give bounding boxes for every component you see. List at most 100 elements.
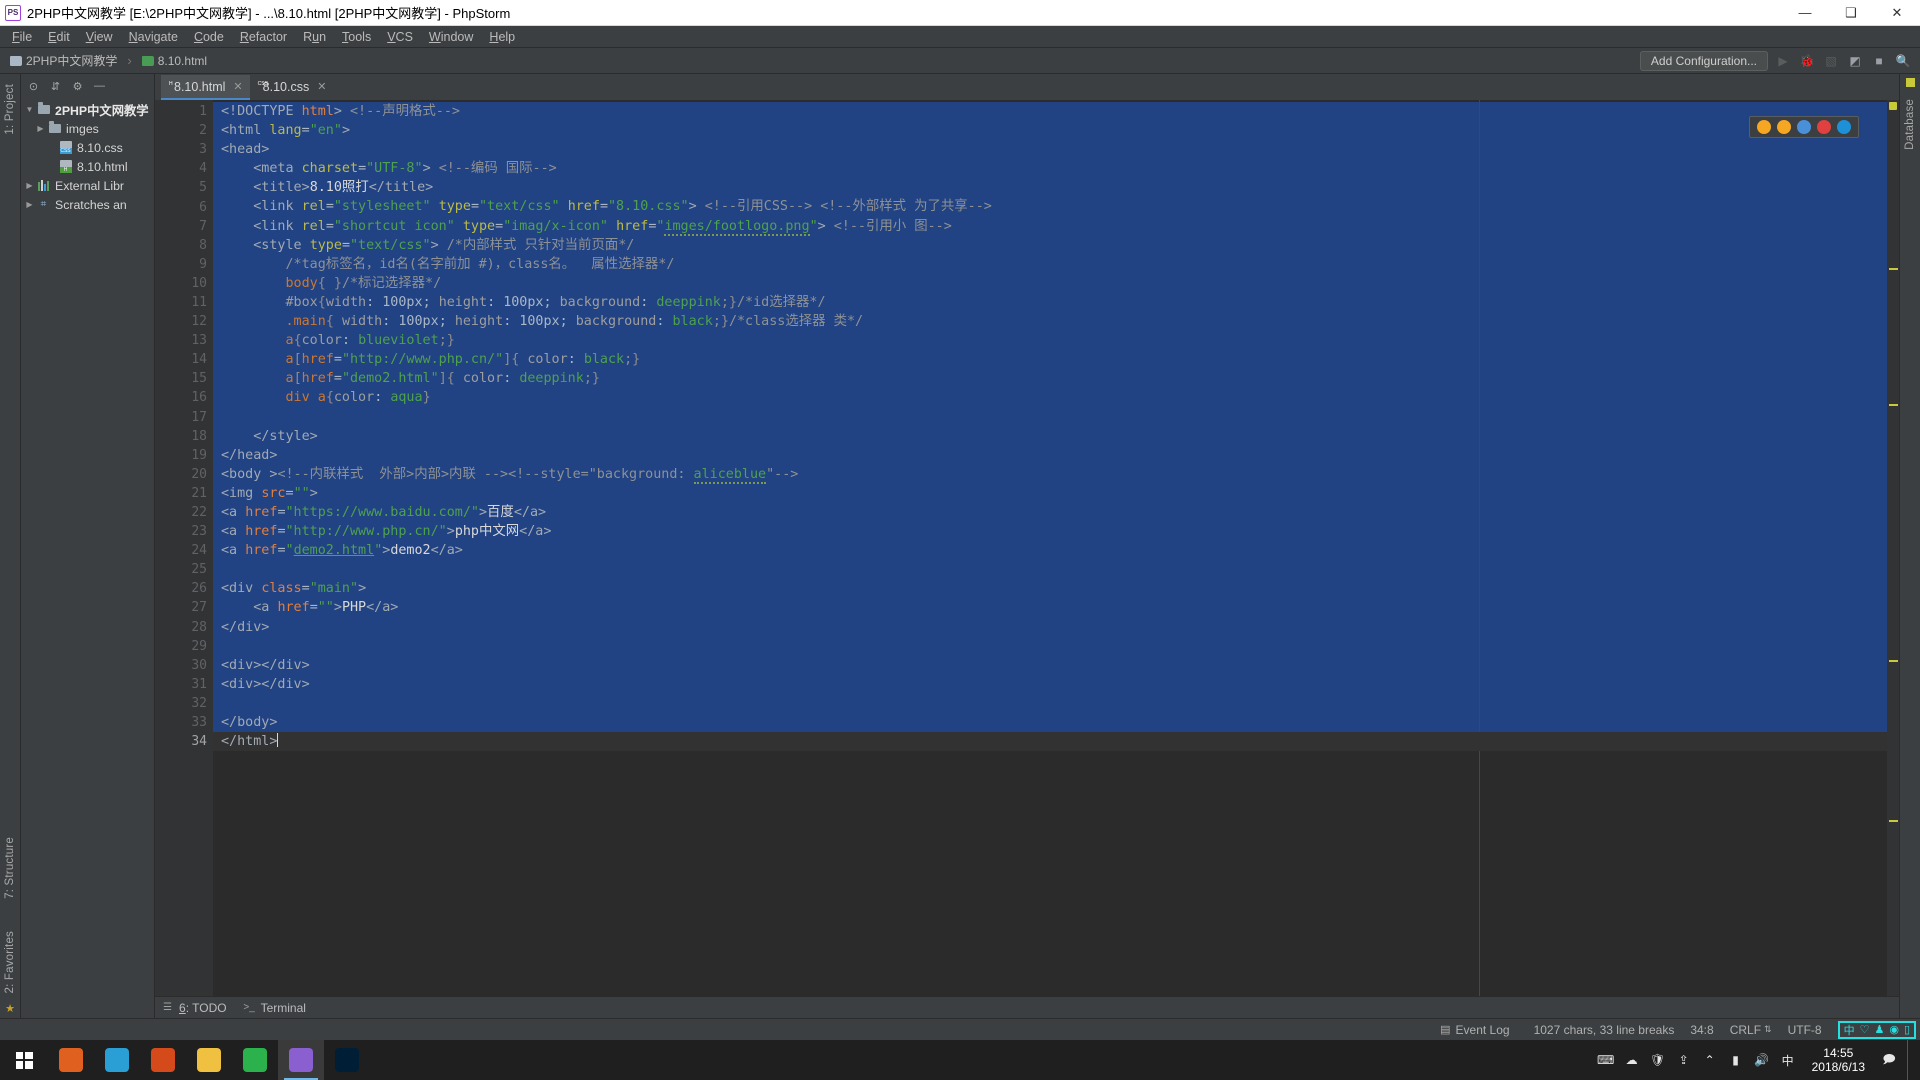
gutter-line[interactable]: 29 — [155, 637, 213, 656]
gutter-line[interactable]: 2− — [155, 121, 230, 140]
stop-icon[interactable]: ■ — [1870, 52, 1888, 70]
code-line[interactable]: <title>8.10照打</title> — [213, 178, 1887, 197]
gutter-line[interactable]: 30 — [155, 656, 213, 675]
gutter-line[interactable]: 26− — [155, 579, 230, 598]
code-line[interactable]: </div> — [213, 618, 1887, 637]
ime-lang-icon[interactable]: 中 — [1780, 1052, 1796, 1068]
taskbar-app-explorer[interactable] — [186, 1040, 232, 1080]
sidebar-item-structure[interactable]: 7: Structure — [4, 831, 16, 905]
add-configuration-button[interactable]: Add Configuration... — [1639, 50, 1768, 71]
code-line[interactable]: <div class="main"> — [213, 579, 1887, 598]
browser-preview-popup[interactable] — [1749, 116, 1859, 138]
caret-position[interactable]: 34:8 — [1690, 1023, 1713, 1037]
event-log-button[interactable]: ▤ Event Log — [1440, 1023, 1509, 1037]
tool-window-button[interactable]: ☰ 6: TODO — [161, 1001, 227, 1015]
gutter-line[interactable]: 10 — [155, 274, 213, 293]
code-line[interactable]: div a{color: aqua} — [213, 388, 1887, 407]
code-line[interactable] — [213, 408, 1887, 427]
gutter-line[interactable]: 7 — [155, 217, 213, 236]
settings-gear-icon[interactable]: ⚙ — [71, 80, 84, 93]
code-line[interactable]: <style type="text/css"> /*内部样式 只针对当前页面*/ — [213, 236, 1887, 255]
tree-node[interactable]: ▼ 2PHP中文网教学 — [21, 100, 154, 119]
code-line[interactable]: </head> — [213, 446, 1887, 465]
tree-toggle-icon[interactable]: ▼ — [23, 105, 36, 114]
tree-node[interactable]: ▶ imges — [21, 119, 154, 138]
taskbar-app-browser[interactable] — [140, 1040, 186, 1080]
menu-item-refactor[interactable]: Refactor — [232, 28, 295, 46]
close-button[interactable]: ✕ — [1874, 0, 1920, 26]
gutter-line[interactable]: 22 — [155, 503, 213, 522]
chrome-icon[interactable] — [1757, 120, 1771, 134]
menu-item-window[interactable]: Window — [421, 28, 481, 46]
gutter-line[interactable]: 23 — [155, 522, 213, 541]
search-icon[interactable]: 🔍 — [1894, 52, 1912, 70]
code-line[interactable]: </style> — [213, 427, 1887, 446]
menu-item-navigate[interactable]: Navigate — [121, 28, 186, 46]
editor-gutter[interactable]: 12−3− 4 5 6 7 8−9 10 11 12 13 14 15 16 17 18−19−20−21 2… — [155, 100, 230, 996]
volume-icon[interactable]: 🔊 — [1754, 1052, 1770, 1068]
minimize-button[interactable]: — — [1782, 0, 1828, 26]
profile-icon[interactable]: ◩ — [1846, 52, 1864, 70]
code-line[interactable]: <img src=""> — [213, 484, 1887, 503]
gutter-line[interactable]: 28− — [155, 618, 230, 637]
code-line[interactable]: body{ }/*标记选择器*/ — [213, 274, 1887, 293]
code-line[interactable]: <a href="">PHP</a> — [213, 598, 1887, 617]
gutter-line[interactable]: 19− — [155, 446, 230, 465]
gutter-line[interactable]: 25 — [155, 560, 213, 579]
code-line[interactable]: a{color: blueviolet;} — [213, 331, 1887, 350]
gutter-line[interactable]: 32 — [155, 694, 213, 713]
debug-icon[interactable]: 🐞 — [1798, 52, 1816, 70]
notifications-icon[interactable]: 🗩 — [1881, 1052, 1897, 1068]
close-icon[interactable]: ✕ — [233, 80, 242, 93]
code-editor[interactable]: 12−3− 4 5 6 7 8−9 10 11 12 13 14 15 16 17 18−19−20−21 2… — [155, 100, 1899, 996]
code-line[interactable]: #box{width: 100px; height: 100px; backgr… — [213, 293, 1887, 312]
gutter-line[interactable]: 18− — [155, 427, 230, 446]
collapse-all-icon[interactable]: ⊙ — [27, 80, 40, 93]
gutter-line[interactable]: 15 — [155, 369, 225, 388]
code-line[interactable]: </body> — [213, 713, 1887, 732]
code-line[interactable]: <link rel="stylesheet" type="text/css" h… — [213, 197, 1887, 216]
gutter-line[interactable]: 34 — [155, 732, 213, 751]
tree-toggle-icon[interactable]: ▶ — [34, 124, 47, 133]
menu-item-view[interactable]: View — [78, 28, 121, 46]
gutter-line[interactable]: 5 — [155, 178, 213, 197]
gutter-line[interactable]: 9 — [155, 255, 213, 274]
start-button[interactable] — [0, 1040, 48, 1080]
tree-node[interactable]: ▶ External Libr — [21, 176, 154, 195]
menu-item-vcs[interactable]: VCS — [379, 28, 421, 46]
code-line[interactable]: /*tag标签名，id名(名字前加 #)，class名。 属性选择器*/ — [213, 255, 1887, 274]
code-line[interactable] — [213, 694, 1887, 713]
gutter-line[interactable]: 33− — [155, 713, 230, 732]
gutter-line[interactable]: 31 — [155, 675, 213, 694]
maximize-button[interactable]: ❑ — [1828, 0, 1874, 26]
keyboard-icon[interactable]: ⌨ — [1597, 1052, 1614, 1068]
tree-node[interactable]: CSS 8.10.css — [21, 138, 154, 157]
code-line[interactable]: <!DOCTYPE html> <!--声明格式--> — [213, 102, 1887, 121]
gutter-line[interactable]: 21 — [155, 484, 213, 503]
hide-panel-icon[interactable]: — — [93, 80, 106, 93]
code-line[interactable]: <a href="http://www.php.cn/">php中文网</a> — [213, 522, 1887, 541]
chevron-up-icon[interactable]: ⌃ — [1702, 1052, 1718, 1068]
code-line[interactable]: <link rel="shortcut icon" type="imag/x-i… — [213, 217, 1887, 236]
shield-icon[interactable]: 🛡 — [1650, 1052, 1666, 1068]
menu-item-run[interactable]: Run — [295, 28, 334, 46]
tree-toggle-icon[interactable]: ▶ — [23, 181, 36, 190]
safari-icon[interactable] — [1797, 120, 1811, 134]
menu-item-file[interactable]: File — [4, 28, 40, 46]
code-line[interactable]: <div></div> — [213, 675, 1887, 694]
code-line[interactable]: .main{ width: 100px; height: 100px; back… — [213, 312, 1887, 331]
code-line[interactable]: <head> — [213, 140, 1887, 159]
cloud-icon[interactable]: ☁ — [1624, 1052, 1640, 1068]
gutter-line[interactable]: 12 — [155, 312, 225, 331]
menu-item-code[interactable]: Code — [186, 28, 232, 46]
network-icon[interactable]: ▮ — [1728, 1052, 1744, 1068]
tree-node[interactable]: H 8.10.html — [21, 157, 154, 176]
menu-item-help[interactable]: Help — [481, 28, 523, 46]
firefox-icon[interactable] — [1777, 120, 1791, 134]
gutter-line[interactable]: 6 — [155, 197, 213, 216]
code-content[interactable]: <!DOCTYPE html> <!--声明格式--> <html lang="e… — [213, 100, 1887, 996]
tool-window-button[interactable]: >_ Terminal — [243, 1001, 306, 1015]
edge-icon[interactable] — [1837, 120, 1851, 134]
code-line[interactable]: </html> — [213, 732, 1887, 752]
close-icon[interactable]: ✕ — [317, 80, 326, 93]
